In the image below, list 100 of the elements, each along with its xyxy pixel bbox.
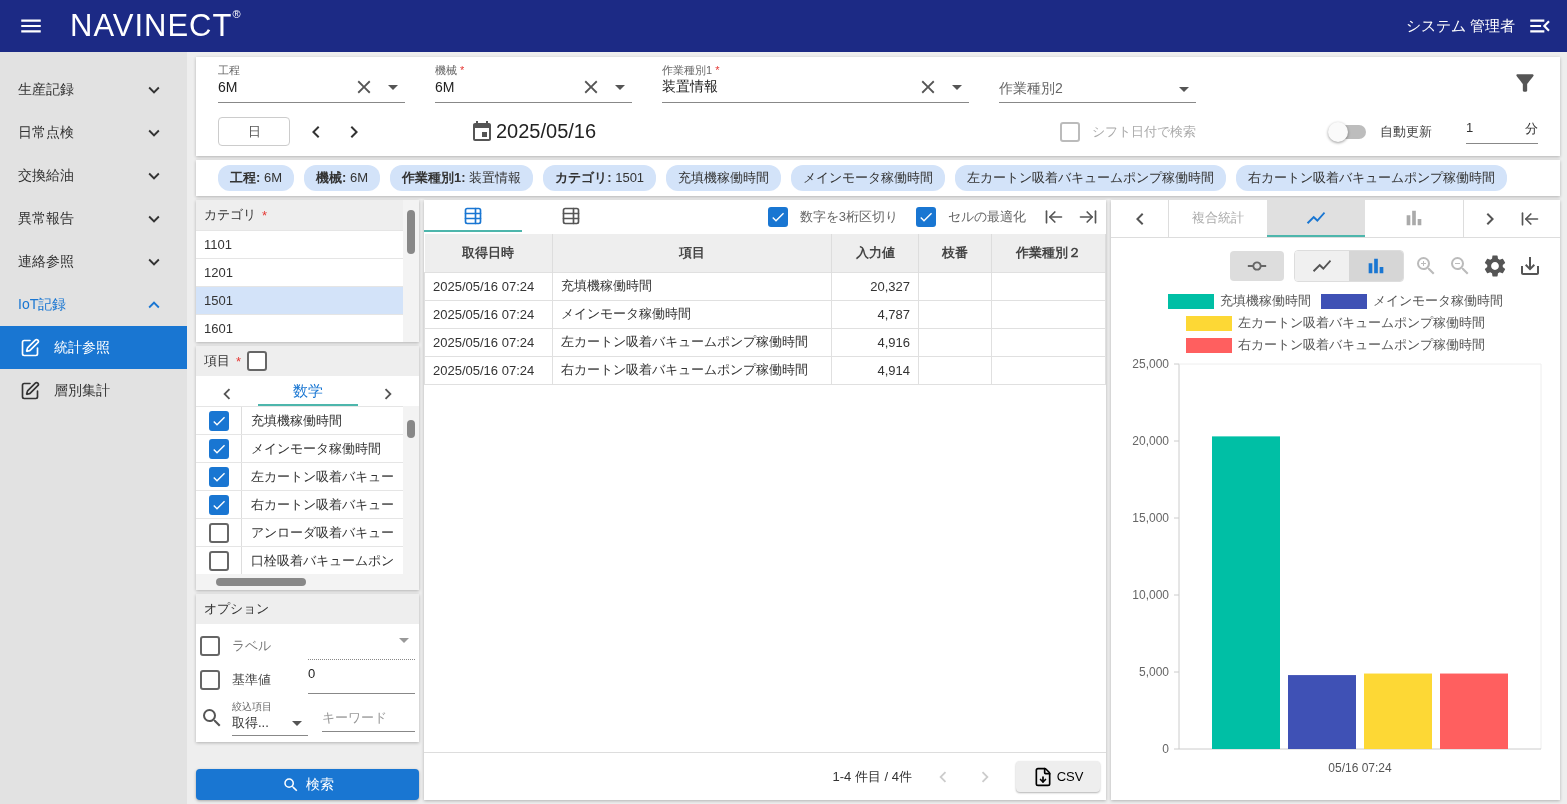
checkbox-label: セルの最適化: [948, 208, 1026, 226]
period-button[interactable]: 日: [218, 117, 290, 146]
checkbox[interactable]: [208, 466, 229, 487]
table-icon: [463, 206, 483, 226]
checkbox-label: 基準値: [232, 671, 272, 689]
item-label: 左カートン吸着バキュー: [250, 467, 394, 486]
table-cell: 4,916: [831, 328, 919, 356]
filter-chip: 機械: 6M: [304, 165, 381, 191]
checkbox[interactable]: [208, 438, 229, 459]
table-cell: 2025/05/16 07:24: [424, 356, 553, 384]
checkbox[interactable]: [208, 494, 229, 515]
axis-label: 0: [1162, 742, 1169, 756]
select-field[interactable]: 絞込項目 取得...: [232, 700, 308, 736]
list-item[interactable]: 1601: [196, 314, 403, 342]
dropdown-icon: [952, 84, 962, 90]
table-cell: 左カートン吸着バキュームポンプ稼働時間: [552, 328, 832, 356]
list-header: カテゴリ: [204, 206, 256, 224]
sidebar-item[interactable]: IoT記録: [0, 283, 187, 326]
legend-label: メインモータ稼働時間: [1373, 292, 1503, 310]
checkbox[interactable]: [200, 670, 220, 690]
dropdown-icon: [1179, 86, 1189, 92]
item-label: 右カートン吸着バキュー: [250, 495, 394, 514]
checkbox[interactable]: [208, 522, 229, 543]
sidebar-item[interactable]: 日常点検: [0, 111, 187, 154]
table-cell: 2025/05/16 07:24: [424, 328, 553, 356]
table-cell: 2025/05/16 07:24: [424, 300, 553, 328]
pagination-text: 1-4 件目 / 4件: [832, 767, 912, 786]
checkbox[interactable]: [200, 636, 220, 656]
checkbox-label: シフト日付で検索: [1092, 122, 1196, 141]
required-mark: *: [236, 353, 242, 369]
field-label: 絞込項目: [232, 700, 273, 714]
filter-chip: 左カートン吸着バキュームポンプ稼働時間: [955, 165, 1227, 191]
axis-label: 20,000: [1132, 434, 1169, 448]
csv-button[interactable]: CSV: [1016, 761, 1100, 792]
edit-icon: [20, 380, 40, 401]
legend-label: 左カートン吸着バキュームポンプ稼働時間: [1238, 314, 1485, 332]
sidebar-item[interactable]: 連絡参照: [0, 240, 187, 283]
sidebar-item[interactable]: 異常報告: [0, 197, 187, 240]
dropdown-icon: [399, 638, 409, 643]
download-icon[interactable]: [1518, 254, 1542, 278]
scrollbar[interactable]: [403, 406, 419, 574]
checkbox[interactable]: [208, 410, 229, 431]
list-item[interactable]: 1501: [196, 286, 403, 314]
required-mark: *: [460, 64, 465, 76]
table-cell: 4,914: [831, 356, 919, 384]
switch-label: 自動更新: [1380, 122, 1432, 141]
required-mark: *: [262, 207, 268, 223]
axis-label: 15,000: [1132, 511, 1169, 525]
legend-swatch: [1168, 293, 1214, 309]
select-field[interactable]: 機械 * 6M: [435, 63, 632, 103]
interval-field[interactable]: 1 分: [1466, 119, 1538, 144]
collapse-left-icon[interactable]: [1044, 207, 1064, 227]
dropdown-icon: [615, 84, 625, 90]
chart-type-toggle[interactable]: [1295, 251, 1349, 281]
list-item[interactable]: 1201: [196, 258, 403, 286]
legend-swatch: [1186, 315, 1232, 331]
checkbox[interactable]: [208, 550, 229, 571]
list-item[interactable]: 1101: [196, 230, 403, 258]
scrollbar[interactable]: [196, 574, 419, 590]
table-cell: 右カートン吸着バキュームポンプ稼働時間: [552, 356, 832, 384]
select-field[interactable]: 作業種別1 * 装置情報: [662, 63, 969, 103]
legend-swatch: [1321, 293, 1367, 309]
calendar-icon[interactable]: [470, 119, 494, 144]
search-button[interactable]: 検索: [196, 769, 419, 800]
filter-chip: カテゴリ: 1501: [543, 165, 657, 191]
sidebar-subitem[interactable]: 統計参照: [0, 326, 187, 369]
marker-toggle[interactable]: [1230, 251, 1284, 281]
filter-chip: 作業種別1: 装置情報: [390, 165, 534, 191]
dropdown-icon: [388, 84, 398, 90]
scrollbar[interactable]: [403, 200, 419, 342]
select-field[interactable]: 作業種別2: [999, 63, 1196, 103]
item-label: 口栓吸着バキュームポン: [250, 551, 394, 570]
chart-type-toggle[interactable]: [1349, 251, 1403, 281]
list-header: 項目: [204, 352, 230, 370]
checkbox[interactable]: [247, 351, 268, 371]
input-field[interactable]: 0: [308, 666, 415, 694]
column-header: 項目: [552, 234, 832, 272]
filter-chip: 右カートン吸着バキュームポンプ稼働時間: [1236, 165, 1508, 191]
column-header: 入力値: [831, 234, 919, 272]
toggle-switch[interactable]: [1330, 124, 1366, 139]
tab[interactable]: 数学: [257, 382, 358, 406]
sidebar-subitem[interactable]: 層別集計: [0, 369, 187, 412]
filter-chip: 充填機稼働時間: [666, 165, 782, 191]
axis-label: 05/16 07:24: [1328, 761, 1392, 775]
settings-icon[interactable]: [1482, 253, 1508, 279]
sidebar-item[interactable]: 交換給油: [0, 154, 187, 197]
legend-label: 充填機稼働時間: [1220, 292, 1311, 310]
table-cell: 4,787: [831, 300, 919, 328]
sidebar-item[interactable]: 生産記録: [0, 68, 187, 111]
dropdown-icon: [292, 720, 302, 726]
table-cell: メインモータ稼働時間: [552, 300, 832, 328]
checkbox[interactable]: [767, 207, 788, 227]
filter-chip: メインモータ稼働時間: [791, 165, 946, 191]
legend-swatch: [1186, 337, 1232, 353]
search-icon: [281, 775, 300, 794]
select-field[interactable]: 工程 6M: [218, 63, 405, 103]
item-label: アンローダ吸着バキュー: [250, 523, 394, 542]
collapse-right-icon[interactable]: [1078, 207, 1098, 227]
logo: NAVINECT$^{®}$: [70, 8, 242, 44]
checkbox[interactable]: [916, 207, 936, 227]
